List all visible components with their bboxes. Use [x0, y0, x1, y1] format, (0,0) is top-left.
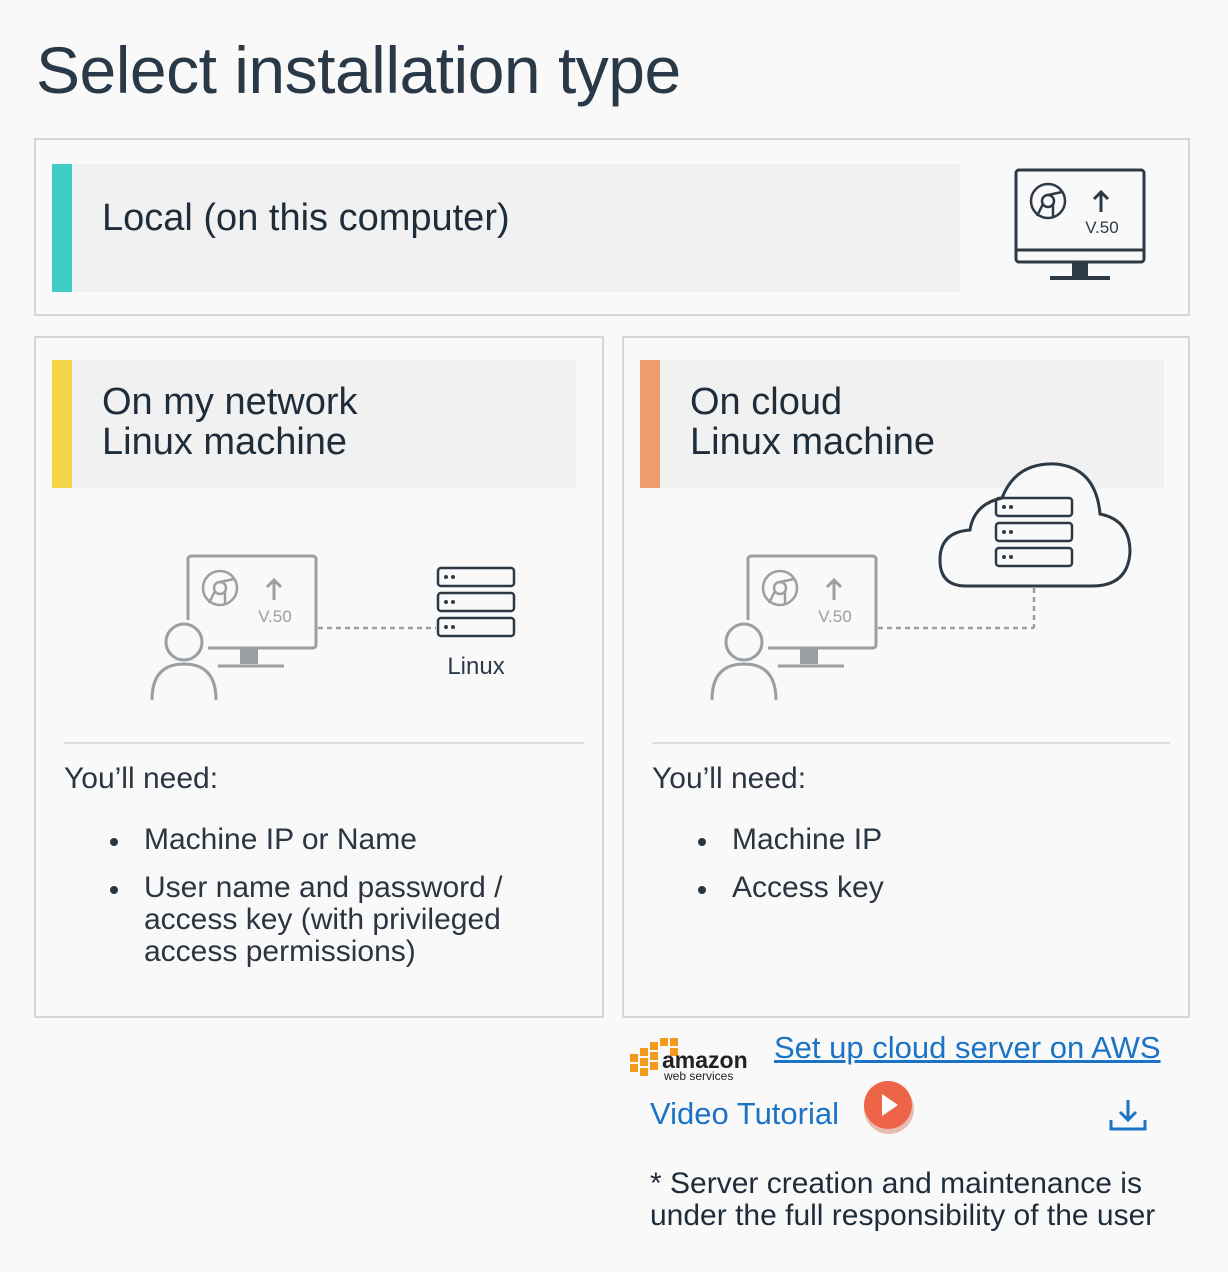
- option-network-header: On my network Linux machine: [52, 360, 576, 488]
- section-divider: [652, 742, 1170, 744]
- play-icon[interactable]: [860, 1078, 918, 1136]
- option-network-label-line2: Linux machine: [102, 421, 348, 463]
- browser-logo-icon: [1029, 182, 1067, 220]
- version-label: V.50: [258, 607, 291, 626]
- version-label: V.50: [818, 607, 851, 626]
- option-local-header: Local (on this computer): [52, 164, 960, 292]
- cloud-install-illustration: V.50: [708, 462, 1132, 704]
- version-label: V.50: [1085, 218, 1118, 237]
- page-title: Select installation type: [36, 33, 681, 107]
- video-tutorial-link[interactable]: Video Tutorial: [650, 1096, 839, 1132]
- requirements-list: Machine IP Access key: [698, 824, 1152, 920]
- section-divider: [64, 742, 584, 744]
- option-network-card[interactable]: On my network Linux machine V.50 Linux Y…: [34, 336, 604, 1018]
- server-label: Linux: [447, 653, 504, 680]
- user-icon: [708, 620, 778, 704]
- network-install-illustration: V.50 Linux: [148, 554, 516, 704]
- requirement-item: User name and password / access key (wit…: [110, 872, 564, 968]
- option-network-label-line1: On my network: [102, 381, 358, 423]
- user-icon: [148, 620, 218, 704]
- upgrade-arrow-icon: [1092, 189, 1110, 212]
- option-cloud-label: On cloud Linux machine: [690, 382, 935, 462]
- responsibility-note: * Server creation and maintenance is und…: [650, 1167, 1156, 1232]
- linux-server-icon: Linux: [436, 566, 516, 680]
- option-accent-bar: [640, 360, 660, 488]
- option-accent-bar: [52, 164, 72, 292]
- requirement-item: Machine IP: [698, 824, 1152, 856]
- monitor-upgrade-icon: V.50: [1014, 168, 1146, 280]
- option-local-label: Local (on this computer): [102, 197, 510, 239]
- option-network-label: On my network Linux machine: [102, 382, 358, 462]
- option-accent-bar: [52, 360, 72, 488]
- requirement-item: Access key: [698, 872, 1152, 904]
- requirements-list: Machine IP or Name User name and passwor…: [110, 824, 564, 984]
- option-cloud-card[interactable]: On cloud Linux machine V.50 You’ll need:…: [622, 336, 1190, 1018]
- option-cloud-label-line1: On cloud: [690, 381, 843, 423]
- download-icon[interactable]: [1108, 1098, 1148, 1134]
- requirement-item: Machine IP or Name: [110, 824, 564, 856]
- option-local-card[interactable]: Local (on this computer) V.50: [34, 138, 1190, 316]
- needs-heading: You’ll need:: [64, 762, 219, 795]
- aws-logo-sub: web services: [663, 1069, 733, 1083]
- option-cloud-label-line2: Linux machine: [690, 421, 936, 463]
- needs-heading: You’ll need:: [652, 762, 807, 795]
- cloud-server-icon: [938, 462, 1132, 588]
- setup-aws-link[interactable]: Set up cloud server on AWS: [774, 1030, 1161, 1066]
- aws-logo: amazon web services: [630, 1038, 748, 1083]
